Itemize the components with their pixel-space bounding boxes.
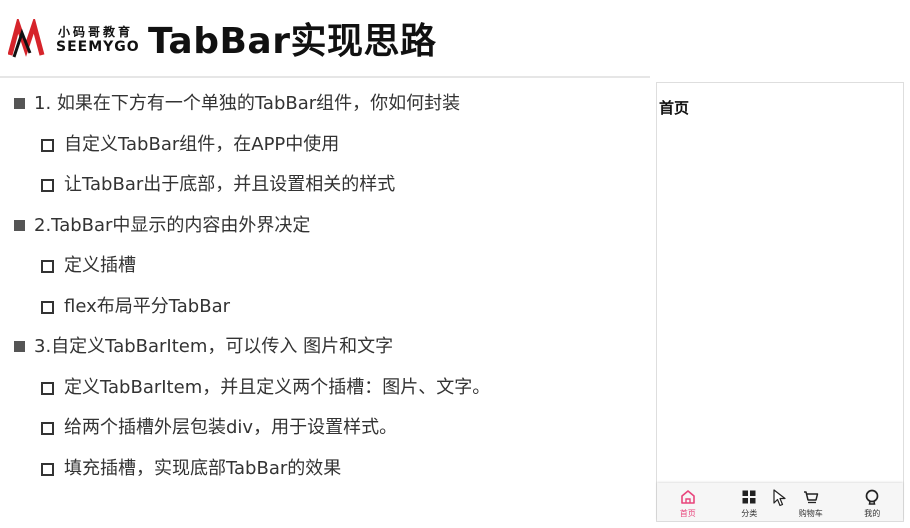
home-icon [680, 490, 695, 504]
bullet-text: 让TabBar出于底部，并且设置相关的样式 [64, 174, 396, 195]
sub-bullet-item: 让TabBar出于底部，并且设置相关的样式 [10, 165, 650, 206]
sub-bullet-item: 填充插槽，实现底部TabBar的效果 [10, 449, 650, 490]
page-content-title: 首页 [659, 99, 690, 117]
tab-cart[interactable]: 购物车 [780, 483, 842, 521]
cart-icon [803, 491, 818, 504]
tab-label: 首页 [679, 509, 696, 518]
bullet-text: 2.TabBar中显示的内容由外界决定 [34, 214, 311, 236]
bullet-item: 1. 如果在下方有一个单独的TabBar组件，你如何封装 [10, 84, 650, 125]
bullet-text: 给两个插槽外层包装div，用于设置样式。 [64, 417, 398, 438]
filled-square-icon [14, 219, 25, 231]
tab-home[interactable]: 首页 [657, 483, 719, 521]
tab-profile[interactable]: 我的 [842, 483, 904, 521]
bullet-text: 填充插槽，实现底部TabBar的效果 [64, 457, 342, 479]
filled-square-icon [14, 98, 25, 109]
hollow-square-icon [41, 179, 54, 192]
hollow-square-icon [41, 462, 54, 476]
tab-label: 购物车 [798, 509, 823, 518]
phone-preview: 首页 首页 分类 购物车 我的 [656, 82, 904, 522]
sub-bullet-item: 给两个插槽外层包装div，用于设置样式。 [10, 408, 650, 449]
filled-square-icon [14, 341, 25, 352]
bullet-text: 1. 如果在下方有一个单独的TabBar组件，你如何封装 [34, 93, 461, 114]
logo-mark-icon [8, 19, 45, 58]
header-divider [0, 76, 650, 78]
tab-category[interactable]: 分类 [719, 483, 781, 521]
bullet-text: 定义TabBarItem，并且定义两个插槽：图片、文字。 [64, 376, 491, 398]
sub-bullet-item: flex布局平分TabBar [10, 287, 650, 328]
slide-title: TabBar实现思路 [148, 21, 437, 62]
bullet-text: 自定义TabBar组件，在APP中使用 [64, 133, 340, 155]
sub-bullet-item: 自定义TabBar组件，在APP中使用 [10, 125, 650, 166]
bullet-item: 2.TabBar中显示的内容由外界决定 [10, 206, 650, 247]
tab-label: 分类 [741, 509, 758, 518]
logo-text-cn: 小码哥教育 [58, 25, 134, 39]
slide-header: 小码哥教育 SEEMYGO TabBar实现思路 [0, 0, 910, 74]
hollow-square-icon [41, 300, 54, 314]
mouse-cursor-icon [773, 489, 786, 507]
hollow-square-icon [41, 260, 54, 273]
bullet-item: 3.自定义TabBarItem，可以传入 图片和文字 [10, 327, 650, 368]
grid-icon [742, 490, 756, 504]
hollow-square-icon [41, 422, 54, 435]
bullet-text: 3.自定义TabBarItem，可以传入 图片和文字 [34, 336, 394, 357]
bullet-list: 1. 如果在下方有一个单独的TabBar组件，你如何封装 自定义TabBar组件… [10, 84, 650, 489]
bullet-text: 定义插槽 [64, 255, 136, 276]
sub-bullet-item: 定义TabBarItem，并且定义两个插槽：图片、文字。 [10, 368, 650, 409]
logo-text-en: SEEMYGO [56, 39, 140, 55]
seemygo-logo: 小码哥教育 SEEMYGO [8, 17, 140, 61]
sub-bullet-item: 定义插槽 [10, 246, 650, 287]
hollow-square-icon [41, 138, 54, 152]
tab-label: 我的 [864, 509, 881, 518]
bullet-text: flex布局平分TabBar [64, 295, 230, 317]
hollow-square-icon [41, 381, 54, 395]
profile-icon [865, 489, 879, 505]
